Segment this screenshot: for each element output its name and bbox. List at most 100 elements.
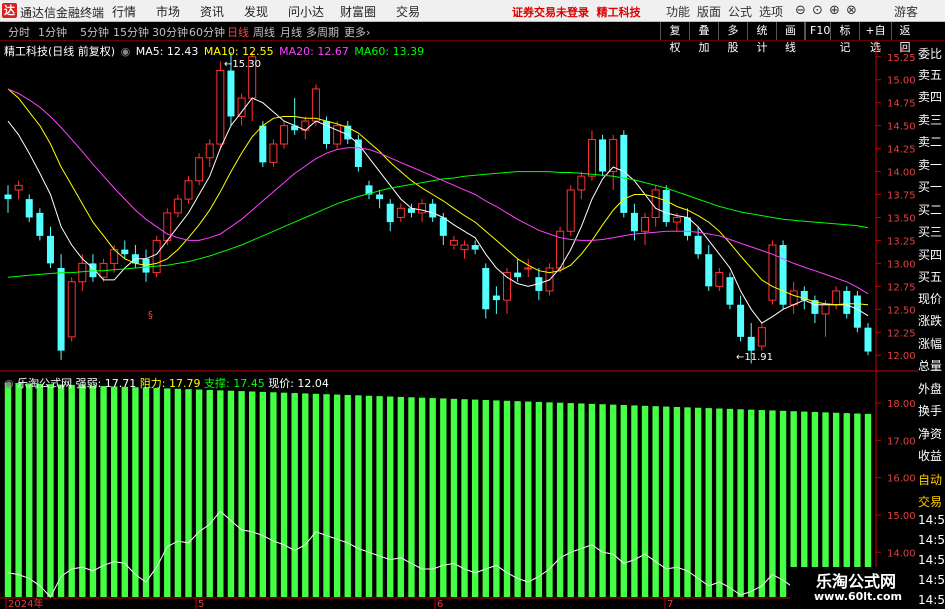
- candle-body-up: [280, 125, 289, 145]
- price-axis: 12.00 12.25 12.50 12.75 13.00 13.25 13.50 13.75…: [876, 53, 916, 362]
- menu-banmian[interactable]: 版面: [697, 3, 721, 20]
- f10-button[interactable]: F10: [805, 22, 830, 40]
- fuquan-button[interactable]: 复权: [660, 22, 689, 54]
- strength-bar: [387, 396, 394, 597]
- sidebar-item-21[interactable]: 14:56: [918, 513, 945, 529]
- indicator-gear-icon[interactable]: ◉: [4, 377, 14, 390]
- strength-bar: [4, 382, 12, 597]
- period-more[interactable]: 更多›: [344, 24, 370, 40]
- period-daily[interactable]: 日线: [227, 24, 249, 40]
- sidebar-item-9[interactable]: 买四: [918, 246, 945, 262]
- sidebar-item-0[interactable]: 委比: [918, 45, 945, 61]
- price-tick-label: 12.25: [887, 328, 916, 339]
- maximize-icon[interactable]: ⊕: [829, 3, 840, 18]
- statistics-button[interactable]: 统计: [747, 22, 776, 54]
- menu-shichang[interactable]: 市场: [156, 3, 180, 20]
- sidebar-item-23[interactable]: 14:56: [918, 553, 945, 569]
- candle-body-up: [396, 207, 405, 218]
- period-1min[interactable]: 1分钟: [38, 24, 67, 40]
- sidebar-item-17[interactable]: 净资: [918, 425, 945, 441]
- back-button[interactable]: 返回: [891, 22, 918, 54]
- menu-xuanxiang[interactable]: 选项: [759, 3, 783, 20]
- strength-bar: [588, 403, 596, 597]
- strength-bar: [610, 404, 617, 597]
- title-bar: 达 通达信金融终端 行情 市场 资讯 发现 问小达 财富圈 交易 证券交易未登录…: [0, 0, 945, 22]
- login-warning[interactable]: 证券交易未登录 精工科技: [512, 4, 641, 20]
- candle-body-up: [184, 180, 193, 200]
- sidebar-item-20[interactable]: 交易: [918, 493, 945, 509]
- sidebar-item-8[interactable]: 买三: [918, 223, 945, 239]
- sidebar-item-2[interactable]: 卖四: [918, 88, 945, 104]
- draw-line-button[interactable]: 画线: [776, 22, 805, 54]
- candle-body-down: [227, 70, 235, 117]
- current-stock-name: 精工科技: [596, 6, 641, 19]
- sidebar-item-25[interactable]: 14:56: [918, 593, 945, 609]
- sidebar-item-12[interactable]: 涨跌: [918, 312, 945, 328]
- sidebar-item-11[interactable]: 现价: [918, 290, 945, 306]
- menu-zixun[interactable]: 资讯: [200, 3, 224, 20]
- period-30min[interactable]: 30分钟: [152, 24, 188, 40]
- sidebar-item-13[interactable]: 涨幅: [918, 335, 945, 351]
- strength-bar: [546, 402, 553, 597]
- menu-hangqing[interactable]: 行情: [112, 3, 136, 20]
- price-tick-label: 14.25: [887, 145, 916, 156]
- price-tick-label: 12.75: [887, 282, 916, 293]
- overlay-button[interactable]: 叠加: [689, 22, 718, 54]
- sidebar-item-6[interactable]: 买一: [918, 178, 945, 194]
- guest-user[interactable]: 游客: [894, 3, 918, 20]
- resistance-value: 阻力: 17.79: [139, 377, 201, 390]
- candle-body-down: [726, 277, 734, 305]
- minimize-icon[interactable]: ⊖: [795, 3, 806, 18]
- candle-body-up: [163, 212, 172, 241]
- period-60min[interactable]: 60分钟: [189, 24, 225, 40]
- strength-bar: [525, 401, 532, 597]
- candle-body-down: [630, 212, 638, 232]
- strength-bar: [365, 395, 373, 597]
- period-15min[interactable]: 15分钟: [113, 24, 149, 40]
- scroll-right-icon[interactable]: ▸: [901, 44, 905, 53]
- sidebar-item-7[interactable]: 买二: [918, 201, 945, 217]
- period-fenshi[interactable]: 分时: [8, 24, 30, 40]
- candle-body-up: [195, 157, 204, 182]
- sidebar-item-22[interactable]: 14:56: [918, 533, 945, 549]
- menu-jiaoyi[interactable]: 交易: [396, 3, 420, 20]
- sidebar-item-10[interactable]: 买五: [918, 268, 945, 284]
- sidebar-item-15[interactable]: 外盘: [918, 380, 945, 396]
- legend-gear-icon[interactable]: ◉: [121, 45, 131, 58]
- multi-stock-button[interactable]: 多股: [718, 22, 747, 54]
- candle-body-up: [821, 304, 830, 315]
- sidebar-item-24[interactable]: 14:56: [918, 573, 945, 589]
- watermark: 乐淘公式网 www.60lt.com: [790, 567, 918, 609]
- strength-bar: [769, 410, 776, 597]
- sidebar-item-18[interactable]: 收益: [918, 447, 945, 463]
- sidebar-item-1[interactable]: 卖五: [918, 66, 945, 82]
- sidebar-item-5[interactable]: 卖一: [918, 156, 945, 172]
- mark-button[interactable]: 标记: [830, 22, 859, 54]
- sidebar-item-4[interactable]: 卖二: [918, 133, 945, 149]
- candle-body-up: [789, 290, 798, 306]
- period-multi[interactable]: 多周期: [306, 24, 339, 40]
- close-icon[interactable]: ⊗: [846, 3, 857, 18]
- candle-body-down: [4, 194, 12, 200]
- sidebar-item-19[interactable]: 自动: [918, 471, 945, 487]
- period-monthly[interactable]: 月线: [280, 24, 302, 40]
- sidebar-item-14[interactable]: 总量: [918, 357, 945, 373]
- strength-bar: [397, 396, 405, 597]
- menu-caifuquan[interactable]: 财富圈: [340, 3, 376, 20]
- menu-wenxiaoda[interactable]: 问小达: [288, 3, 324, 20]
- candle-body-down: [471, 245, 479, 250]
- add-favorite-button[interactable]: +自选: [859, 22, 891, 54]
- restore-icon[interactable]: ⊙: [812, 3, 823, 18]
- menu-gongshi[interactable]: 公式: [728, 3, 752, 20]
- sidebar-item-3[interactable]: 卖三: [918, 111, 945, 127]
- sidebar-item-16[interactable]: 换手: [918, 402, 945, 418]
- period-weekly[interactable]: 周线: [253, 24, 275, 40]
- strength-bar: [758, 410, 766, 597]
- menu-gongneng[interactable]: 功能: [666, 3, 690, 20]
- candle-body-up: [651, 189, 660, 218]
- kline-chart-area[interactable]: 12.00 12.25 12.50 12.75 13.00 13.25 13.50 13.75…: [0, 41, 918, 609]
- strength-bar: [195, 389, 203, 597]
- menu-faxian[interactable]: 发现: [244, 3, 268, 20]
- period-5min[interactable]: 5分钟: [80, 24, 109, 40]
- strength-bar: [748, 409, 755, 597]
